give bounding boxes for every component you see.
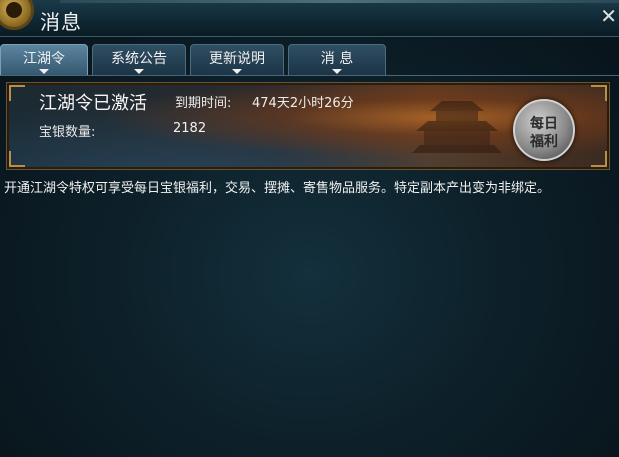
corner-ornament — [591, 151, 607, 167]
chevron-down-icon — [232, 69, 242, 74]
tab-jianghuling[interactable]: 江湖令 — [0, 44, 88, 76]
tab-label: 更新说明 — [209, 51, 265, 67]
welfare-line1: 每日 — [530, 116, 558, 132]
tab-label: 系统公告 — [111, 51, 167, 67]
jianghuling-banner: 江湖令已激活 到期时间: 474天2小时26分 宝银数量: 2182 每日 福利 — [6, 82, 610, 170]
privilege-description: 开通江湖令特权可享受每日宝银福利，交易、摆摊、寄售物品服务。特定副本产出变为非绑… — [4, 181, 551, 196]
chevron-down-icon — [134, 69, 144, 74]
tab-update-notes[interactable]: 更新说明 — [190, 44, 284, 76]
chevron-down-icon — [39, 69, 49, 74]
corner-ornament — [9, 151, 25, 167]
daily-welfare-button[interactable]: 每日 福利 — [513, 99, 575, 161]
expiry-value: 474天2小时26分 — [252, 96, 354, 111]
chevron-down-icon — [332, 69, 342, 74]
welfare-line2: 福利 — [530, 134, 558, 150]
tab-divider — [0, 75, 619, 76]
tab-label: 江湖令 — [23, 51, 65, 67]
gear-icon — [0, 0, 34, 30]
title-bar: 消息 ✕ — [0, 0, 619, 37]
tab-system-notice[interactable]: 系统公告 — [92, 44, 186, 76]
tab-label: 消 息 — [320, 51, 354, 67]
window-title: 消息 — [40, 10, 82, 34]
tab-messages[interactable]: 消 息 — [288, 44, 386, 76]
corner-ornament — [591, 85, 607, 101]
silver-amount-value: 2182 — [173, 121, 207, 136]
corner-ornament — [9, 85, 25, 101]
top-strip — [60, 0, 619, 3]
silver-amount-label: 宝银数量: — [39, 125, 96, 140]
expiry-label: 到期时间: — [175, 96, 232, 111]
activation-status: 江湖令已激活 — [39, 93, 147, 114]
tab-bar: 江湖令 系统公告 更新说明 消 息 — [0, 44, 619, 76]
pagoda-icon — [412, 101, 502, 153]
close-icon[interactable]: ✕ — [600, 6, 617, 26]
